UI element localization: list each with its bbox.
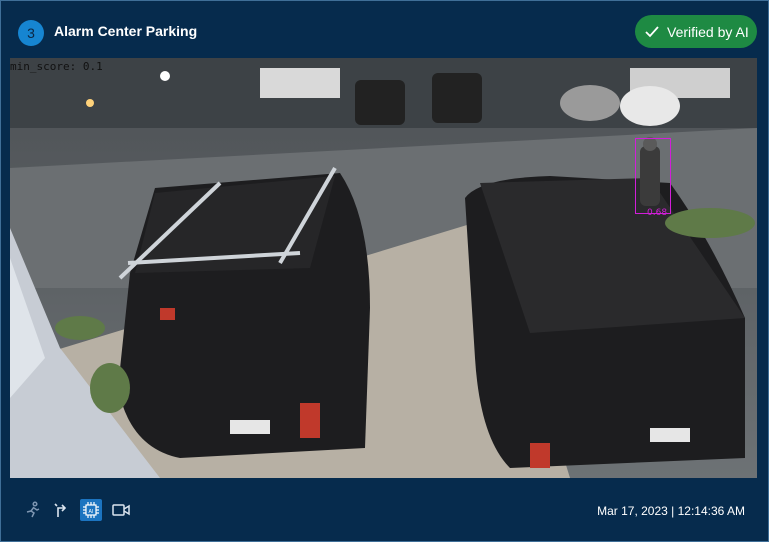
turn-arrow-icon[interactable]	[50, 499, 72, 521]
svg-text:AI: AI	[89, 509, 94, 515]
running-person-icon[interactable]	[22, 499, 44, 521]
video-camera-icon[interactable]	[110, 499, 132, 521]
footer-timestamp: Mar 17, 2023 | 12:14:36 AM	[597, 504, 745, 518]
camera-feed[interactable]: min_score: 0.1 0.68	[10, 58, 757, 478]
camera-panel: 3 Alarm Center Parking Verified by AI mi…	[0, 0, 769, 542]
checkmark-icon	[645, 25, 659, 38]
detection-label: 0.68	[647, 208, 668, 218]
panel-header: 3 Alarm Center Parking Verified by AI	[1, 1, 768, 57]
camera-snapshot	[10, 58, 757, 478]
panel-footer: AI Mar 17, 2023 | 12:14:36 AM	[1, 479, 768, 541]
camera-title: Alarm Center Parking	[54, 23, 198, 39]
ai-chip-icon[interactable]: AI	[80, 499, 102, 521]
verified-label: Verified by AI	[667, 23, 749, 40]
verified-badge: Verified by AI	[635, 15, 757, 48]
camera-number-badge: 3	[18, 20, 44, 46]
min-score-overlay: min_score: 0.1	[10, 60, 103, 73]
detection-box	[635, 138, 671, 214]
